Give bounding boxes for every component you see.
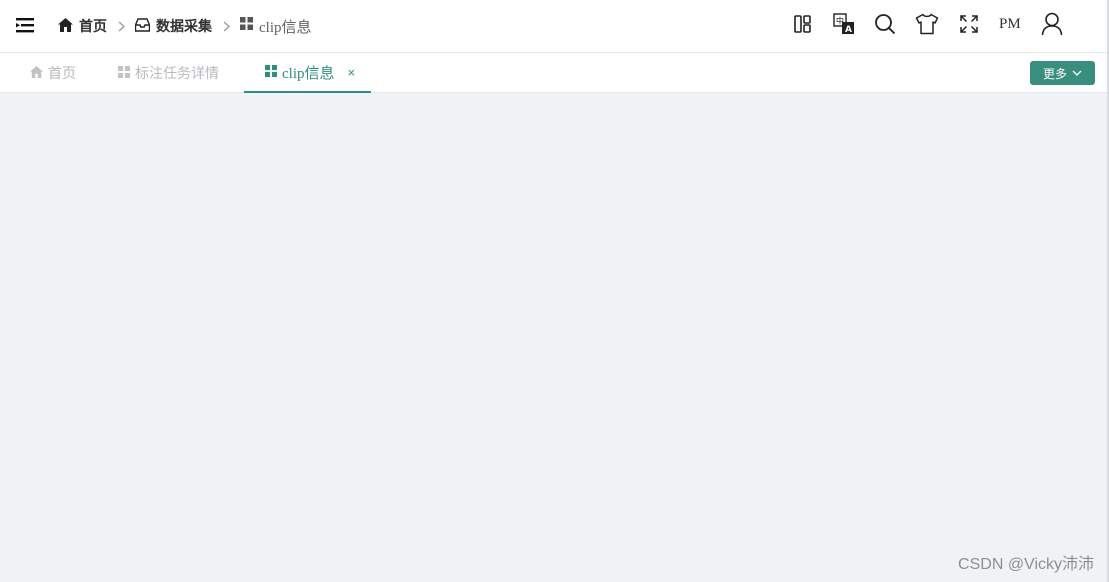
tab-clip-info-label: clip信息 bbox=[282, 65, 335, 82]
tab-home[interactable]: 首页 bbox=[30, 53, 76, 93]
tab-home-label: 首页 bbox=[48, 65, 76, 81]
tab-clip-info[interactable]: clip信息 × bbox=[244, 53, 371, 93]
breadcrumb-home-label: 首页 bbox=[79, 18, 107, 34]
chevron-right-icon bbox=[116, 21, 126, 31]
fullscreen-icon[interactable] bbox=[957, 12, 981, 36]
tab-annotation-task-detail[interactable]: 标注任务详情 bbox=[118, 53, 219, 93]
close-icon[interactable]: × bbox=[348, 66, 356, 79]
breadcrumb: 首页 数据采集 clip信息 bbox=[58, 0, 312, 52]
sidebar-toggle-icon[interactable] bbox=[16, 16, 36, 34]
grid-icon bbox=[265, 64, 277, 80]
watermark: CSDN @Vicky沛沛 bbox=[958, 556, 1094, 573]
inbox-icon bbox=[134, 17, 151, 35]
chevron-down-icon bbox=[1072, 66, 1082, 80]
breadcrumb-home[interactable]: 首页 bbox=[58, 16, 107, 36]
main-content-area: CSDN @Vicky沛沛 bbox=[0, 93, 1109, 582]
search-icon[interactable] bbox=[873, 12, 897, 36]
home-icon bbox=[30, 65, 43, 81]
translate-icon[interactable]: 中A bbox=[832, 12, 856, 36]
chevron-right-icon bbox=[221, 21, 231, 31]
breadcrumb-current-label: clip信息 bbox=[259, 19, 312, 36]
svg-text:A: A bbox=[845, 25, 852, 35]
breadcrumb-data-collection[interactable]: 数据采集 bbox=[134, 16, 212, 36]
grid-icon bbox=[240, 17, 253, 35]
top-navbar: 首页 数据采集 clip信息 中A PM bbox=[0, 0, 1109, 53]
breadcrumb-data-collection-label: 数据采集 bbox=[156, 18, 212, 34]
layout-icon[interactable] bbox=[791, 12, 815, 36]
more-button[interactable]: 更多 bbox=[1030, 61, 1095, 85]
grid-icon bbox=[118, 65, 130, 81]
tabs-bar: 首页 标注任务详情 clip信息 × bbox=[0, 53, 1109, 93]
tab-annotation-task-detail-label: 标注任务详情 bbox=[135, 65, 219, 81]
breadcrumb-current: clip信息 bbox=[240, 16, 312, 37]
pm-label[interactable]: PM bbox=[999, 16, 1021, 33]
user-icon[interactable] bbox=[1040, 12, 1064, 36]
more-button-label: 更多 bbox=[1042, 66, 1067, 81]
theme-shirt-icon[interactable] bbox=[915, 12, 939, 36]
home-icon bbox=[58, 17, 73, 35]
